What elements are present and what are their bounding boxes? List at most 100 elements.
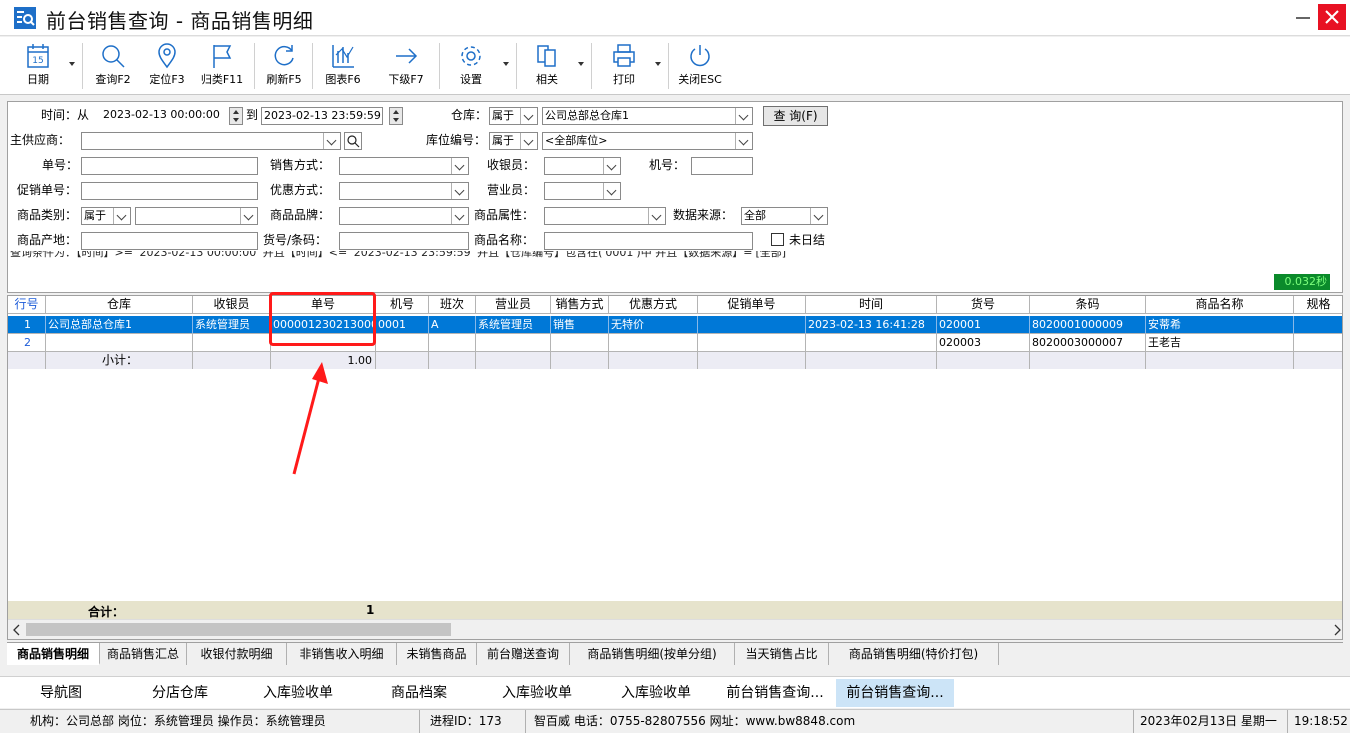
col-header[interactable]: 优惠方式 <box>609 296 698 314</box>
product-name-input[interactable] <box>544 232 753 250</box>
supplier-search-button[interactable] <box>344 132 362 150</box>
horizontal-scrollbar[interactable] <box>8 619 1342 639</box>
chevron-down-icon <box>810 208 827 224</box>
col-header[interactable]: 时间 <box>806 296 937 314</box>
time-from-spinner[interactable] <box>229 107 243 125</box>
time-to-input[interactable]: 2023-02-13 23:59:59 <box>261 107 383 125</box>
clerk-select[interactable] <box>544 182 621 200</box>
sales-method-select[interactable] <box>339 157 469 175</box>
print-dropdown-arrow[interactable] <box>655 62 661 66</box>
status-org: 机构：公司总部 岗位：系统管理员 操作员：系统管理员 <box>26 710 420 733</box>
brand-select[interactable] <box>339 207 469 225</box>
col-header[interactable]: 销售方式 <box>551 296 609 314</box>
attribute-select[interactable] <box>544 207 666 225</box>
task-sales-query-2[interactable]: 前台销售查询... <box>836 679 954 707</box>
settings-dropdown-arrow[interactable] <box>503 62 509 66</box>
time-to-spinner[interactable] <box>389 107 403 125</box>
category-op-select[interactable]: 属于 <box>81 207 131 225</box>
total-row: 合计： 1 <box>8 601 1342 619</box>
date-dropdown-arrow[interactable] <box>69 62 75 66</box>
data-source-select[interactable]: 全部 <box>741 207 828 225</box>
locate-button[interactable]: 定位F3 <box>145 43 189 93</box>
discount-select[interactable] <box>339 182 469 200</box>
col-header[interactable]: 营业员 <box>476 296 551 314</box>
tab-sales-detail[interactable]: 商品销售明细 <box>7 643 100 665</box>
promo-no-input[interactable] <box>81 182 258 200</box>
chevron-down-icon <box>323 133 340 149</box>
location-select[interactable]: <全部库位> <box>542 132 753 150</box>
tab-sales-special-pack[interactable]: 商品销售明细(特价打包) <box>829 643 999 665</box>
supplier-select[interactable] <box>81 132 341 150</box>
tab-unsold-products[interactable]: 未销售商品 <box>397 643 477 665</box>
col-header[interactable]: 收银员 <box>193 296 271 314</box>
chevron-down-icon <box>451 208 468 224</box>
unsettled-checkbox[interactable] <box>771 233 784 246</box>
category-select[interactable] <box>135 207 258 225</box>
query-submit-button[interactable]: 查 询(F) <box>763 106 828 126</box>
cashier-select[interactable] <box>544 157 621 175</box>
related-docs-icon <box>537 45 556 67</box>
chevron-down-icon <box>603 158 620 174</box>
tab-sales-summary[interactable]: 商品销售汇总 <box>100 643 187 665</box>
time-from-input[interactable]: 2023-02-13 00:00:00 <box>101 107 231 125</box>
query-button[interactable]: 查询F2 <box>92 43 134 93</box>
total-value: 1 <box>366 603 375 617</box>
window-title: 前台销售查询 - 商品销售明细 <box>46 9 314 33</box>
classify-button[interactable]: 归类F11 <box>197 43 247 93</box>
chevron-down-icon <box>240 208 257 224</box>
task-branch-warehouse[interactable]: 分店仓库 <box>135 679 225 707</box>
col-header[interactable]: 货号 <box>937 296 1030 314</box>
task-receiving-1[interactable]: 入库验收单 <box>248 679 348 707</box>
warehouse-label: 仓库： <box>451 108 488 122</box>
tab-sales-by-order[interactable]: 商品销售明细(按单分组) <box>570 643 735 665</box>
window-taskbar: 导航图 分店仓库 入库验收单 商品档案 入库验收单 入库验收单 前台销售查询..… <box>0 676 1350 708</box>
minimize-button[interactable] <box>1296 17 1310 19</box>
code-input[interactable] <box>339 232 469 250</box>
col-header[interactable]: 规格 <box>1294 296 1342 314</box>
print-button[interactable]: 打印 <box>607 43 641 93</box>
col-header[interactable]: 班次 <box>429 296 476 314</box>
search-icon <box>347 135 360 148</box>
close-window-button[interactable] <box>1318 4 1346 30</box>
status-date: 2023年02月13日 星期一 <box>1136 710 1288 733</box>
drill-down-button[interactable]: 下级F7 <box>385 43 427 93</box>
col-header[interactable]: 机号 <box>376 296 429 314</box>
task-receiving-2[interactable]: 入库验收单 <box>487 679 587 707</box>
total-label: 合计： <box>88 605 125 619</box>
close-esc-button[interactable]: 关闭ESC <box>676 43 724 93</box>
scroll-right-icon[interactable] <box>1332 624 1342 636</box>
refresh-button[interactable]: 刷新F5 <box>263 43 305 93</box>
warehouse-select[interactable]: 公司总部总仓库1 <box>542 107 753 125</box>
task-product-file[interactable]: 商品档案 <box>374 679 464 707</box>
tab-cashier-payment[interactable]: 收银付款明细 <box>187 643 287 665</box>
scroll-left-icon[interactable] <box>12 624 22 636</box>
date-button[interactable]: 15 日期 <box>22 43 54 93</box>
machine-no-input[interactable] <box>691 157 753 175</box>
scrollbar-thumb[interactable] <box>26 623 451 636</box>
status-company: 智百威 电话：0755-82807556 网址：www.bw8848.com <box>530 710 1134 733</box>
chevron-down-icon <box>648 208 665 224</box>
location-pin-icon <box>158 43 176 69</box>
tab-non-sales-income[interactable]: 非销售收入明细 <box>287 643 397 665</box>
order-no-input[interactable] <box>81 157 258 175</box>
chevron-down-icon <box>735 108 752 124</box>
title-bar: 前台销售查询 - 商品销售明细 <box>0 0 1350 36</box>
origin-input[interactable] <box>81 232 258 250</box>
col-header[interactable]: 条码 <box>1030 296 1146 314</box>
task-navigation[interactable]: 导航图 <box>20 679 102 707</box>
tab-gift-query[interactable]: 前台赠送查询 <box>477 643 570 665</box>
col-header[interactable]: 促销单号 <box>698 296 806 314</box>
task-receiving-3[interactable]: 入库验收单 <box>606 679 706 707</box>
col-header[interactable]: 仓库 <box>46 296 193 314</box>
chart-button[interactable]: 图表F6 <box>322 43 364 93</box>
related-button[interactable]: 相关 <box>530 43 564 93</box>
warehouse-op-select[interactable]: 属于 <box>489 107 538 125</box>
tab-daily-share[interactable]: 当天销售占比 <box>735 643 829 665</box>
settings-button[interactable]: 设置 <box>454 43 488 93</box>
task-sales-query-1[interactable]: 前台销售查询... <box>716 679 834 707</box>
related-dropdown-arrow[interactable] <box>578 62 584 66</box>
location-op-select[interactable]: 属于 <box>489 132 538 150</box>
col-header[interactable]: 商品名称 <box>1146 296 1294 314</box>
col-header[interactable]: 行号 <box>8 296 46 314</box>
flag-icon <box>213 45 232 68</box>
